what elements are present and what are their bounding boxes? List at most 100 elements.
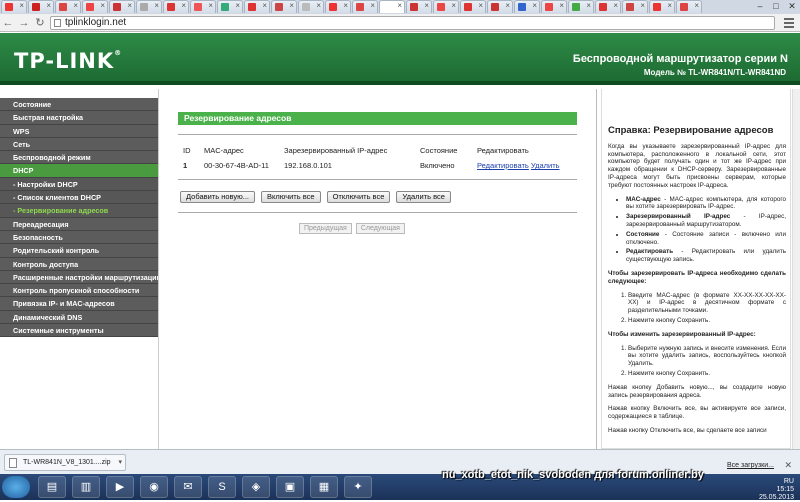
tab-close-icon[interactable]: ×	[316, 1, 321, 10]
close-icon[interactable]: ✕	[784, 460, 792, 471]
maximize-icon[interactable]: □	[768, 0, 784, 12]
minimize-icon[interactable]: –	[752, 0, 768, 12]
delete-all-button[interactable]: Удалить все	[396, 191, 451, 203]
tab-close-icon[interactable]: ×	[343, 1, 348, 10]
browser-tab[interactable]: ×	[568, 0, 594, 13]
browser-tab[interactable]: ×	[55, 0, 81, 13]
sidebar-item-forwarding[interactable]: Переадресация	[0, 217, 158, 231]
tab-close-icon[interactable]: ×	[289, 1, 294, 10]
tab-close-icon[interactable]: ×	[478, 1, 483, 10]
browser-tab[interactable]: ×	[136, 0, 162, 13]
tab-close-icon[interactable]: ×	[397, 1, 402, 10]
browser-tab[interactable]: ×	[622, 0, 648, 13]
browser-tab[interactable]: ×	[271, 0, 297, 13]
edit-link[interactable]: Редактировать	[477, 161, 529, 170]
sidebar-item-parental-control[interactable]: Родительский контроль	[0, 244, 158, 258]
forward-icon[interactable]: →	[16, 17, 32, 29]
browser-tab[interactable]: ×	[460, 0, 486, 13]
browser-menu-icon[interactable]	[784, 18, 794, 28]
tab-close-icon[interactable]: ×	[505, 1, 510, 10]
browser-tab[interactable]: ×	[676, 0, 702, 13]
sidebar-item-quick-setup[interactable]: Быстрая настройка	[0, 111, 158, 125]
sidebar-item-wireless[interactable]: Беспроводной режим	[0, 151, 158, 165]
help-scrollbar[interactable]	[792, 89, 800, 449]
sidebar-item-wps[interactable]: WPS	[0, 124, 158, 138]
skype-icon[interactable]: S	[208, 476, 236, 498]
save-icon[interactable]: ▣	[276, 476, 304, 498]
browser-tab[interactable]: ×	[217, 0, 243, 13]
browser-tab[interactable]: ×	[244, 0, 270, 13]
close-window-icon[interactable]: ✕	[784, 0, 800, 12]
enable-all-button[interactable]: Включить все	[261, 191, 321, 203]
browser-tab[interactable]: ×	[190, 0, 216, 13]
network-icon[interactable]: ▦	[310, 476, 338, 498]
sidebar-item-security[interactable]: Безопасность	[0, 230, 158, 245]
disable-all-button[interactable]: Отключить все	[326, 191, 391, 203]
browser-tab[interactable]: ×	[595, 0, 621, 13]
sidebar-item-dynamic-dns[interactable]: Динамический DNS	[0, 310, 158, 325]
address-bar[interactable]: tplinklogin.net	[50, 16, 775, 30]
tab-close-icon[interactable]: ×	[46, 1, 51, 10]
browser-tab[interactable]: ×	[406, 0, 432, 13]
explorer-icon[interactable]: ▤	[38, 476, 66, 498]
clock-date[interactable]: 25.05.2013	[759, 494, 794, 502]
browser-tab[interactable]: ×	[649, 0, 675, 13]
tab-close-icon[interactable]: ×	[154, 1, 159, 10]
tab-close-icon[interactable]: ×	[694, 1, 699, 10]
chevron-down-icon[interactable]: ▾	[118, 455, 122, 470]
sidebar-item-advanced-routing[interactable]: Расширенные настройки маршрутизации	[0, 270, 161, 285]
browser-tab[interactable]: ×	[28, 0, 54, 13]
sidebar-item-dhcp[interactable]: DHCP	[0, 164, 158, 178]
tab-close-icon[interactable]: ×	[235, 1, 240, 10]
browser-tab[interactable]: ×	[514, 0, 540, 13]
back-icon[interactable]: ←	[0, 17, 16, 29]
tab-close-icon[interactable]: ×	[127, 1, 132, 10]
browser-tab[interactable]: ×	[433, 0, 459, 13]
previous-page-button[interactable]: Предыдущая	[299, 223, 352, 234]
sidebar-item-access-control[interactable]: Контроль доступа	[0, 257, 158, 271]
tab-close-icon[interactable]: ×	[451, 1, 456, 10]
browser-tab[interactable]: ×	[1, 0, 27, 13]
add-new-button[interactable]: Добавить новую...	[180, 191, 255, 203]
reload-icon[interactable]: ↻	[32, 16, 48, 29]
tab-close-icon[interactable]: ×	[73, 1, 78, 10]
tab-close-icon[interactable]: ×	[262, 1, 267, 10]
tab-close-icon[interactable]: ×	[586, 1, 591, 10]
app-icon[interactable]: ◈	[242, 476, 270, 498]
sidebar-item-status[interactable]: Состояние	[0, 98, 158, 112]
browser-tab[interactable]: ×	[109, 0, 135, 13]
sidebar-item-network[interactable]: Сеть	[0, 137, 158, 152]
browser-tab[interactable]: ×	[163, 0, 189, 13]
sidebar-item-dhcp-settings[interactable]: - Настройки DHCP	[0, 177, 158, 192]
browser-tab[interactable]: ×	[352, 0, 378, 13]
download-item[interactable]: TL-WR841N_V8_1301....zip ▾	[4, 454, 126, 471]
messenger-icon[interactable]: ✉	[174, 476, 202, 498]
media-icon[interactable]: ▶	[106, 476, 134, 498]
sidebar-item-address-reservation[interactable]: - Резервирование адресов	[0, 204, 158, 218]
delete-link[interactable]: Удалить	[531, 161, 560, 170]
app2-icon[interactable]: ✦	[344, 476, 372, 498]
tab-close-icon[interactable]: ×	[208, 1, 213, 10]
tab-close-icon[interactable]: ×	[667, 1, 672, 10]
clock-time[interactable]: 15:15	[759, 486, 794, 494]
sidebar-item-dhcp-clients[interactable]: - Список клиентов DHCP	[0, 191, 158, 205]
tab-close-icon[interactable]: ×	[559, 1, 564, 10]
tab-close-icon[interactable]: ×	[613, 1, 618, 10]
sidebar-item-system-tools[interactable]: Системные инструменты	[0, 324, 158, 338]
browser-tab[interactable]: ×	[82, 0, 108, 13]
sidebar-item-ip-mac-binding[interactable]: Привязка IP- и MAC-адресов	[0, 297, 158, 311]
browser-tab[interactable]: ×	[487, 0, 513, 13]
tab-close-icon[interactable]: ×	[424, 1, 429, 10]
sidebar-item-bandwidth-control[interactable]: Контроль пропускной способности	[0, 284, 158, 298]
browser-tab[interactable]: ×	[541, 0, 567, 13]
tab-close-icon[interactable]: ×	[532, 1, 537, 10]
browser-tab[interactable]: ×	[325, 0, 351, 13]
chrome-icon[interactable]: ◉	[140, 476, 168, 498]
tab-close-icon[interactable]: ×	[640, 1, 645, 10]
language-indicator[interactable]: RU	[759, 478, 794, 486]
all-downloads-link[interactable]: Все загрузки...	[727, 462, 774, 469]
browser-tab[interactable]: ×	[379, 0, 405, 13]
browser-tab[interactable]: ×	[298, 0, 324, 13]
tab-close-icon[interactable]: ×	[100, 1, 105, 10]
tab-close-icon[interactable]: ×	[370, 1, 375, 10]
